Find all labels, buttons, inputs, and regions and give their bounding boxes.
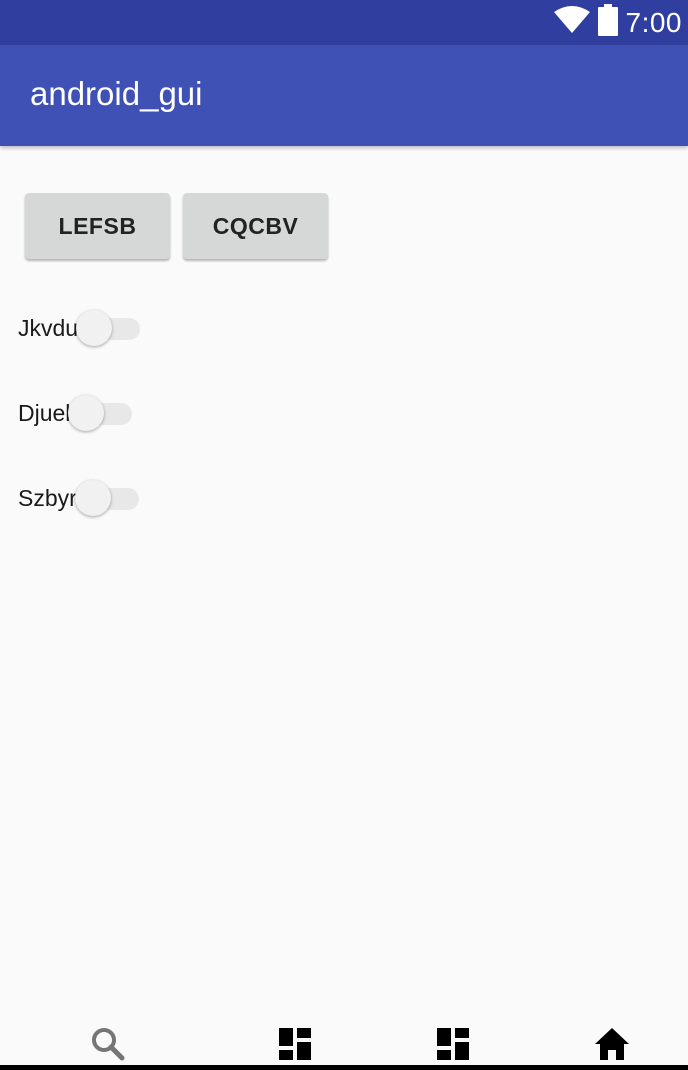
lefsb-button[interactable]: LEFSB	[25, 193, 170, 259]
dashboard-icon	[435, 1026, 471, 1067]
switch-thumb	[68, 395, 105, 431]
switch-label: Szbyr	[18, 484, 77, 511]
app-title: android_gui	[30, 75, 203, 112]
switch-label: Jkvdu	[18, 314, 79, 341]
nav-home[interactable]	[592, 1026, 632, 1066]
cqcbv-button[interactable]: CQCBV	[183, 193, 328, 259]
nav-dashboard-1[interactable]	[275, 1026, 315, 1066]
wifi-icon	[553, 6, 590, 39]
bottom-navigation	[0, 1015, 688, 1070]
switch-row-djuel[interactable]: Djuel	[18, 393, 134, 433]
status-bar: 7:00	[0, 0, 688, 45]
toggle-switch[interactable]	[74, 478, 141, 518]
switch-thumb	[74, 480, 111, 516]
status-icons: 7:00	[553, 0, 683, 45]
battery-icon	[597, 4, 618, 41]
home-icon	[593, 1026, 631, 1067]
dashboard-icon	[277, 1026, 313, 1067]
switch-row-jkvdu[interactable]: Jkvdu	[18, 308, 142, 348]
switch-label: Djuel	[18, 399, 71, 426]
nav-dashboard-2[interactable]	[433, 1026, 473, 1066]
app-bar: android_gui	[0, 45, 688, 146]
bottom-edge	[0, 1065, 688, 1070]
nav-search[interactable]	[88, 1026, 128, 1066]
switch-thumb	[76, 310, 113, 346]
search-icon	[90, 1026, 126, 1067]
screen: 7:00 android_gui LEFSB CQCBV Jkvdu Djuel…	[0, 0, 688, 1070]
toggle-switch[interactable]	[68, 393, 134, 433]
switch-row-szbyr[interactable]: Szbyr	[18, 478, 141, 518]
toggle-switch[interactable]	[76, 308, 142, 348]
status-time: 7:00	[625, 6, 682, 38]
